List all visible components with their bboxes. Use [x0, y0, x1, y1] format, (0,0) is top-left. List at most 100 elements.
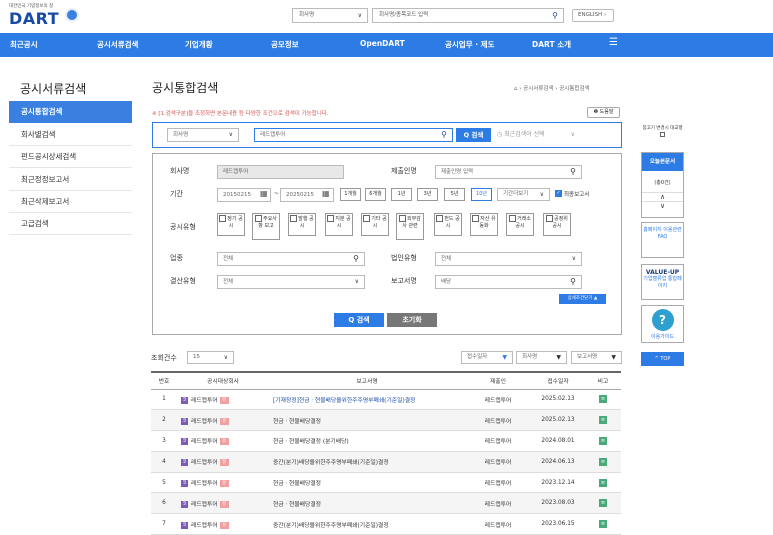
row-company[interactable]: 코 레드캡투어 유: [177, 513, 269, 535]
type-other-checkbox[interactable]: 기타 공시: [361, 213, 389, 236]
sidebar-item-advanced-search[interactable]: 고급검색: [9, 213, 132, 235]
dart-logo[interactable]: DART: [9, 9, 59, 28]
compare-option[interactable]: 참고기 변경시 대교행: [641, 126, 684, 140]
table-row[interactable]: 1 코 레드캡투어 유 [기재정정]현금ㆍ현물배당을위한주주명부폐쇄(기준일)결정 레드캡…: [151, 389, 621, 411]
row-note[interactable]: ≡: [585, 430, 621, 452]
table-row[interactable]: 7 코 레드캡투어 유 중간(분기)배당을위한주주명부폐쇄(기준일)결정 레드캡투어 202…: [151, 513, 621, 535]
type-ftc-checkbox[interactable]: 공정위 공시: [543, 213, 571, 236]
nav-company-overview[interactable]: 기업개황: [185, 39, 213, 50]
nav-offering-info[interactable]: 공모정보: [271, 39, 299, 50]
nav-opendart[interactable]: OpenDART: [360, 39, 405, 48]
page-size-select[interactable]: 15 ∨: [187, 351, 234, 364]
sidebar-item-recent-correction[interactable]: 최근정정보고서: [9, 169, 132, 191]
row-company[interactable]: 코 레드캡투어 유: [177, 472, 269, 494]
sidebar-item-company-search[interactable]: 회사별검색: [9, 124, 132, 146]
row-note[interactable]: ≡: [585, 389, 621, 411]
row-report[interactable]: [기재정정]현금ㆍ현물배당을위한주주명부폐쇄(기준일)결정: [269, 389, 465, 411]
period-more-select[interactable]: 기간더보기 ∨: [497, 188, 550, 201]
note-icon[interactable]: ≡: [599, 499, 607, 508]
note-icon[interactable]: ≡: [599, 457, 607, 466]
period-1m-button[interactable]: 1개월: [340, 188, 361, 201]
row-report[interactable]: 현금ㆍ현물배당결정: [269, 409, 465, 432]
top-button[interactable]: ^ TOP: [641, 352, 684, 366]
row-note[interactable]: ≡: [585, 513, 621, 535]
row-report[interactable]: 중간(분기)배당을위한주주명부폐쇄(기준일)결정: [269, 513, 465, 535]
table-row[interactable]: 3 코 레드캡투어 유 현금ㆍ현물배당결정 (분기배당) 레드캡투어 2024.08.01 ≡: [151, 430, 621, 452]
table-row[interactable]: 5 코 레드캡투어 유 현금ㆍ현물배당결정 레드캡투어 2023.12.14 ≡: [151, 472, 621, 494]
scroll-up-icon[interactable]: ∧: [642, 192, 683, 202]
search-icon[interactable]: ⚲: [353, 253, 359, 265]
note-icon[interactable]: ≡: [599, 416, 607, 425]
type-fund-checkbox[interactable]: 펀드 공시: [434, 213, 462, 236]
final-report-checkbox[interactable]: ✓: [555, 190, 562, 197]
nav-work-system[interactable]: 공시업무 · 제도: [445, 39, 494, 50]
nav-recent-disclosure[interactable]: 최근공시: [10, 39, 38, 50]
search-icon[interactable]: ⚲: [552, 9, 558, 22]
type-issue-checkbox[interactable]: 발행 공시: [288, 213, 316, 236]
row-note[interactable]: ≡: [585, 409, 621, 432]
row-company[interactable]: 코 레드캡투어 유: [177, 430, 269, 452]
note-icon[interactable]: ≡: [599, 436, 607, 445]
detail-close-button[interactable]: 상세조건닫기 ▲: [559, 294, 606, 304]
submitter-field[interactable]: 제출인명 입력 ⚲: [435, 165, 582, 179]
search-icon[interactable]: ⚲: [570, 276, 576, 288]
row-note[interactable]: ≡: [585, 492, 621, 515]
company-search-input[interactable]: 회사명/종목코드 입력 ⚲: [372, 8, 564, 23]
type-exchange-checkbox[interactable]: 거래소 공시: [506, 213, 534, 236]
checkbox-icon[interactable]: [660, 132, 665, 137]
row-report[interactable]: 현금ㆍ현물배당결정: [269, 492, 465, 515]
row-company[interactable]: 코 레드캡투어 유: [177, 451, 269, 473]
row-note[interactable]: ≡: [585, 472, 621, 494]
period-5y-button[interactable]: 5년: [444, 188, 465, 201]
top-search-button[interactable]: Q 검색: [456, 128, 491, 142]
sort-date-select[interactable]: 접수일자 ▼: [461, 351, 513, 364]
row-company[interactable]: 코 레드캡투어 유: [177, 389, 269, 411]
row-report[interactable]: 현금ㆍ현물배당결정 (분기배당): [269, 430, 465, 452]
table-row[interactable]: 6 코 레드캡투어 유 현금ㆍ현물배당결정 레드캡투어 2023.08.03 ≡: [151, 492, 621, 515]
search-button[interactable]: Q 검색: [334, 313, 384, 327]
type-asset-checkbox[interactable]: 자산 유동화: [470, 213, 498, 236]
search-icon[interactable]: ⚲: [570, 166, 576, 178]
type-major-checkbox[interactable]: 주요사항 보고: [252, 213, 280, 240]
table-row[interactable]: 2 코 레드캡투어 유 현금ㆍ현물배당결정 레드캡투어 2025.02.13 ≡: [151, 409, 621, 432]
sort-report-select[interactable]: 보고서명 ▼: [571, 351, 622, 364]
faq-link[interactable]: 홈페이지 이용관련 FAQ: [641, 222, 684, 258]
search-icon[interactable]: ⚲: [441, 129, 447, 141]
row-report[interactable]: 현금ㆍ현물배당결정: [269, 472, 465, 494]
calendar-icon[interactable]: ▦: [322, 189, 330, 198]
calendar-icon[interactable]: ▦: [260, 189, 268, 198]
sort-company-select[interactable]: 회사명 ▼: [516, 351, 567, 364]
scroll-down-icon[interactable]: ∨: [642, 202, 683, 210]
type-audit-checkbox[interactable]: 외부감사 관련: [396, 213, 424, 240]
company-field[interactable]: 레드캡투어: [217, 165, 344, 179]
sidebar-item-fund-search[interactable]: 펀드공시상세검색: [9, 146, 132, 168]
nav-dart-intro[interactable]: DART 소개: [532, 39, 571, 50]
sidebar-item-integrated-search[interactable]: 공시통합검색: [9, 101, 132, 123]
type-periodic-checkbox[interactable]: 정기 공시: [217, 213, 245, 236]
value-up-link[interactable]: VALUE-UP 기업밸류업 통합페이지: [641, 264, 684, 300]
search-category-select[interactable]: 회사명 ∨: [167, 128, 239, 142]
guide-link[interactable]: ? 이용가이드: [641, 305, 684, 343]
table-row[interactable]: 4 코 레드캡투어 유 중간(분기)배당을위한주주명부폐쇄(기준일)결정 레드캡투어 202…: [151, 451, 621, 473]
period-10y-button[interactable]: 10년: [471, 188, 492, 201]
industry-field[interactable]: 전체 ⚲: [217, 252, 365, 266]
report-name-field[interactable]: 배당 ⚲: [435, 275, 582, 289]
row-note[interactable]: ≡: [585, 451, 621, 473]
type-equity-checkbox[interactable]: 지분 공시: [325, 213, 353, 236]
row-report[interactable]: 중간(분기)배당을위한주주명부폐쇄(기준일)결정: [269, 451, 465, 473]
search-type-select[interactable]: 회사명 ∨: [292, 8, 368, 23]
sidebar-item-recent-deleted[interactable]: 최근삭제보고서: [9, 191, 132, 213]
reset-button[interactable]: 초기화: [387, 313, 437, 327]
period-6m-button[interactable]: 6개월: [365, 188, 386, 201]
english-button[interactable]: ENGLISH ›: [572, 9, 614, 22]
menu-icon[interactable]: ☰: [609, 37, 618, 48]
period-3y-button[interactable]: 3년: [417, 188, 438, 201]
note-icon[interactable]: ≡: [599, 395, 607, 404]
row-company[interactable]: 코 레드캡투어 유: [177, 409, 269, 432]
note-icon[interactable]: ≡: [599, 478, 607, 487]
period-1y-button[interactable]: 1년: [391, 188, 412, 201]
help-button[interactable]: ❷ 도움말: [587, 107, 620, 118]
corp-type-select[interactable]: 전체 ∨: [435, 252, 582, 266]
recent-search-select[interactable]: ◷ 최근검색어 선택 ∨: [497, 129, 575, 138]
fiscal-type-select[interactable]: 전체 ∨: [217, 275, 365, 289]
